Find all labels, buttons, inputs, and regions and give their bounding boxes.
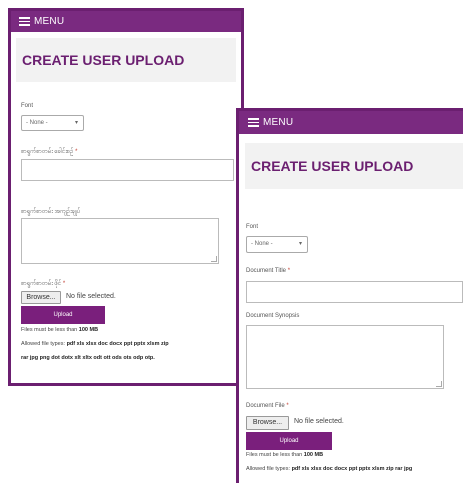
file-status: No file selected. [294,418,344,425]
font-label: Font [21,103,34,109]
menu-bar[interactable]: MENU [11,11,241,32]
allowed-types-line2: rar jpg png dot dotx xlt xltx odt ott od… [21,355,155,361]
upload-button[interactable]: Upload [21,306,105,324]
chevron-down-icon: ▾ [298,241,302,247]
page-title: CREATE USER UPLOAD [245,143,463,189]
page-title: CREATE USER UPLOAD [16,38,236,82]
resize-handle-icon[interactable] [436,381,442,387]
document-synopsis-textarea[interactable] [21,218,219,264]
document-synopsis-label: Document Synopsis [246,313,300,319]
document-title-input[interactable] [246,281,463,303]
allowed-types-line1: Allowed file types: pdf xls xlsx doc doc… [246,466,413,472]
menu-label[interactable]: MENU [263,117,293,128]
hamburger-icon[interactable] [19,15,30,28]
font-select-value: - None - [251,241,273,247]
document-title-label: စာရွက်စာတမ်း ခေါင်းစဉ် * [21,149,78,155]
document-title-input[interactable] [21,159,234,181]
browse-button[interactable]: Browse... [246,416,289,430]
browse-button[interactable]: Browse... [21,291,61,304]
document-synopsis-label: စာရွက်စာတမ်း အကျဉ်းချုပ် [21,209,81,215]
document-file-label: စာရွက်စာတမ်း ဖိုင် * [21,281,66,287]
file-status: No file selected. [66,293,116,300]
upload-form-burmese: MENU CREATE USER UPLOAD Font - None - ▾ … [8,8,244,386]
size-note: Files must be less than 100 MB [21,327,99,333]
size-note: Files must be less than 100 MB [246,452,324,458]
font-label: Font [246,224,259,230]
menu-bar[interactable]: MENU [239,111,463,134]
document-synopsis-textarea[interactable] [246,325,444,389]
document-title-label: Document Title * [246,268,291,274]
document-file-label: Document File * [246,403,289,409]
resize-handle-icon[interactable] [211,256,217,262]
font-select[interactable]: - None - ▾ [21,115,84,131]
hamburger-icon[interactable] [248,116,259,129]
chevron-down-icon: ▾ [74,120,78,126]
font-select[interactable]: - None - ▾ [246,236,308,253]
allowed-types-line1: Allowed file types: pdf xls xlsx doc doc… [21,341,169,347]
font-select-value: - None - [26,120,48,126]
menu-label[interactable]: MENU [34,16,64,27]
upload-button[interactable]: Upload [246,432,332,450]
upload-form-english: MENU CREATE USER UPLOAD Font - None - ▾ … [236,108,463,483]
